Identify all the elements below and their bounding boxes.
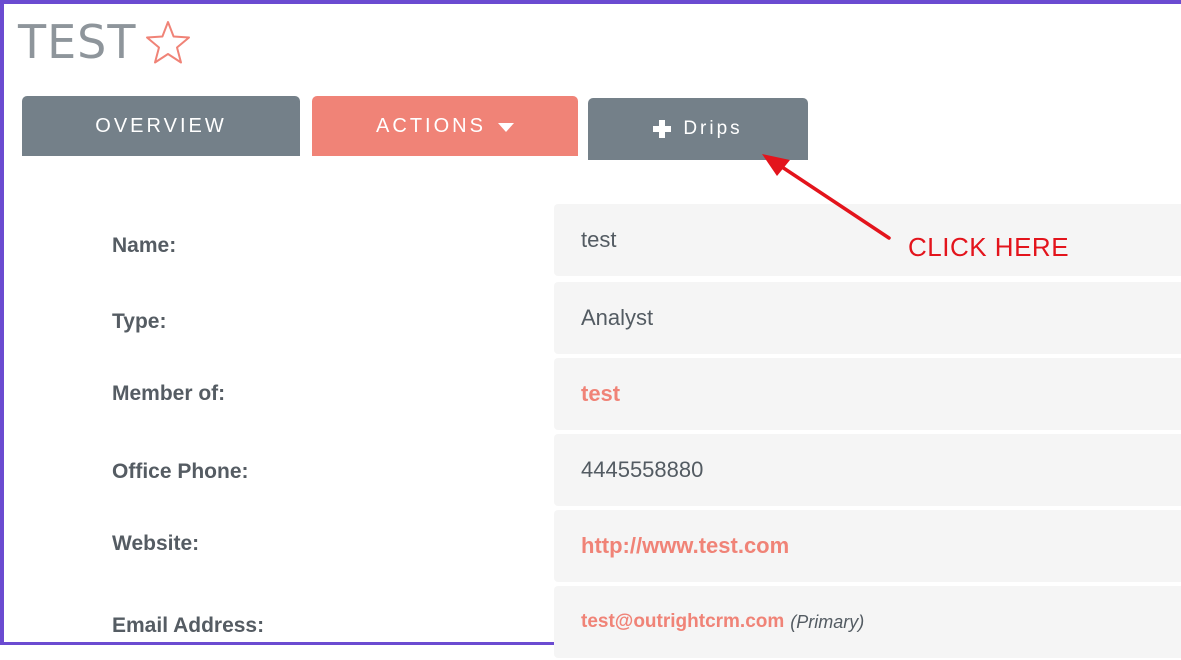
page-title: TEST [18,15,137,69]
title-row: TEST [18,18,192,66]
field-label-email: Email Address: [112,614,265,637]
office-phone-value: 4445558880 [581,457,704,482]
tab-actions-label: ACTIONS [376,114,486,137]
email-link[interactable]: test@outrightcrm.com [581,611,784,633]
name-value: test [581,227,617,252]
field-value-name: test [554,204,1181,276]
email-primary-note: (Primary) [790,611,865,632]
tab-overview[interactable]: OVERVIEW [22,96,300,156]
field-row-name: Name: test [10,204,1181,278]
field-value-office-phone: 4445558880 [554,434,1181,506]
record-detail-view: TEST OVERVIEW ACTIONS Drips Name: test T… [0,0,1181,658]
field-label-office-phone: Office Phone: [112,460,249,483]
field-row-website: Website: http://www.test.com [10,510,1181,584]
plus-icon [653,120,672,138]
field-row-office-phone: Office Phone: 4445558880 [10,434,1181,508]
field-row-email: Email Address: test@outrightcrm.com (Pri… [10,586,1181,660]
caret-down-icon [497,122,514,132]
type-value: Analyst [581,305,654,330]
field-label-member-of: Member of: [112,382,226,405]
field-value-member-of: test [554,358,1181,430]
star-outline-icon[interactable] [144,18,192,66]
tab-overview-label: OVERVIEW [95,114,227,137]
detail-panel: Name: test Type: Analyst Member of: test… [10,160,1181,658]
field-row-type: Type: Analyst [10,282,1181,356]
website-link[interactable]: http://www.test.com [581,533,789,559]
tab-actions[interactable]: ACTIONS [312,96,578,156]
field-label-type: Type: [112,310,167,333]
drips-button-label: Drips [683,118,743,139]
drips-button[interactable]: Drips [588,98,808,160]
field-label-name: Name: [112,234,177,257]
member-of-link[interactable]: test [581,381,620,407]
field-value-type: Analyst [554,282,1181,354]
field-label-website: Website: [112,532,200,555]
field-row-member-of: Member of: test [10,358,1181,432]
field-value-website: http://www.test.com [554,510,1181,582]
field-value-email: test@outrightcrm.com (Primary) [554,586,1181,658]
